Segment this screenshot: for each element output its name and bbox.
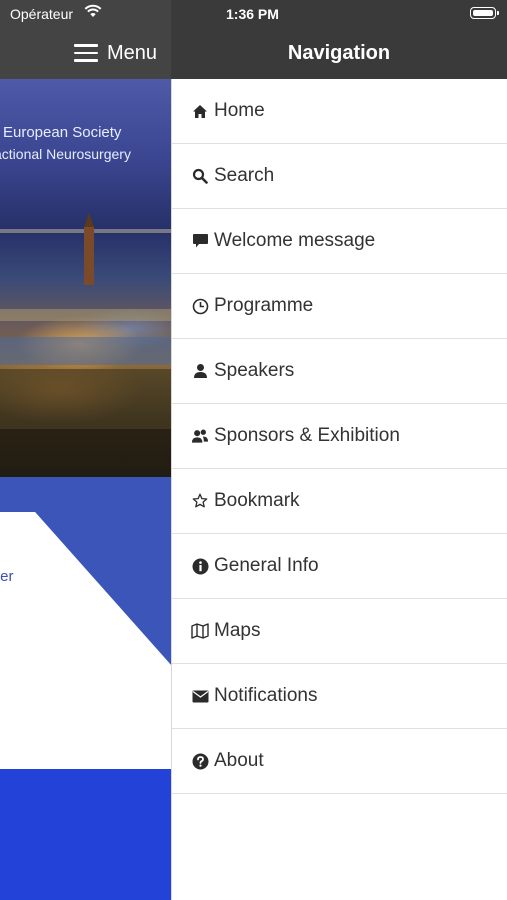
menu-label: Menu (107, 41, 158, 64)
nav-item-search[interactable]: Search (172, 144, 507, 209)
clock-icon (191, 297, 209, 315)
envelope-icon (191, 687, 209, 705)
users-icon (191, 427, 209, 445)
map-icon (191, 622, 209, 640)
status-bar: Opérateur 1:36 PM (0, 0, 507, 28)
nav-item-label: Welcome message (214, 230, 376, 251)
nav-item-maps[interactable]: Maps (172, 599, 507, 664)
hamburger-icon (74, 44, 98, 62)
menu-button[interactable]: Menu (74, 38, 157, 68)
nav-item-label: Search (214, 165, 275, 186)
navigation-drawer: Home Search Welcome message Programme Sp… (171, 79, 507, 900)
wifi-icon (84, 4, 102, 23)
home-icon (191, 102, 209, 120)
nav-item-speakers[interactable]: Speakers (172, 339, 507, 404)
nav-item-label: Bookmark (214, 490, 300, 511)
carrier-name: Opérateur (10, 6, 74, 22)
clock-time: 1:36 PM (226, 6, 279, 22)
nav-item-general-info[interactable]: General Info (172, 534, 507, 599)
banner-title-line2: actional Neurosurgery (0, 146, 131, 162)
nav-item-about[interactable]: About (172, 729, 507, 794)
star-icon (191, 492, 209, 510)
city-banner-image: European Society actional Neurosurgery (0, 79, 171, 477)
nav-item-sponsors-exhibition[interactable]: Sponsors & Exhibition (172, 404, 507, 469)
message-icon (191, 232, 209, 250)
nav-item-label: Notifications (214, 685, 318, 706)
nav-item-label: Programme (214, 295, 314, 316)
search-icon (191, 167, 209, 185)
navigation-title: Navigation (287, 42, 391, 64)
nav-item-label: Speakers (214, 360, 295, 381)
question-icon (191, 752, 209, 770)
nav-item-label: About (214, 750, 264, 771)
nav-item-label: Home (214, 100, 265, 121)
banner-title-line1: European Society (3, 124, 122, 141)
background-app-content: European Society actional Neurosurgery t… (0, 79, 171, 900)
battery-icon (470, 7, 499, 19)
diagonal-shape (0, 477, 171, 665)
nav-item-bookmark[interactable]: Bookmark (172, 469, 507, 534)
nav-item-home[interactable]: Home (172, 79, 507, 144)
nav-item-label: Sponsors & Exhibition (214, 425, 400, 446)
blue-footer-block (0, 769, 171, 900)
nav-item-label: General Info (214, 555, 319, 576)
nav-item-label: Maps (214, 620, 261, 641)
info-icon (191, 557, 209, 575)
content-link[interactable]: ter (0, 568, 14, 585)
nav-item-notifications[interactable]: Notifications (172, 664, 507, 729)
nav-item-programme[interactable]: Programme (172, 274, 507, 339)
nav-item-welcome-message[interactable]: Welcome message (172, 209, 507, 274)
user-icon (191, 362, 209, 380)
